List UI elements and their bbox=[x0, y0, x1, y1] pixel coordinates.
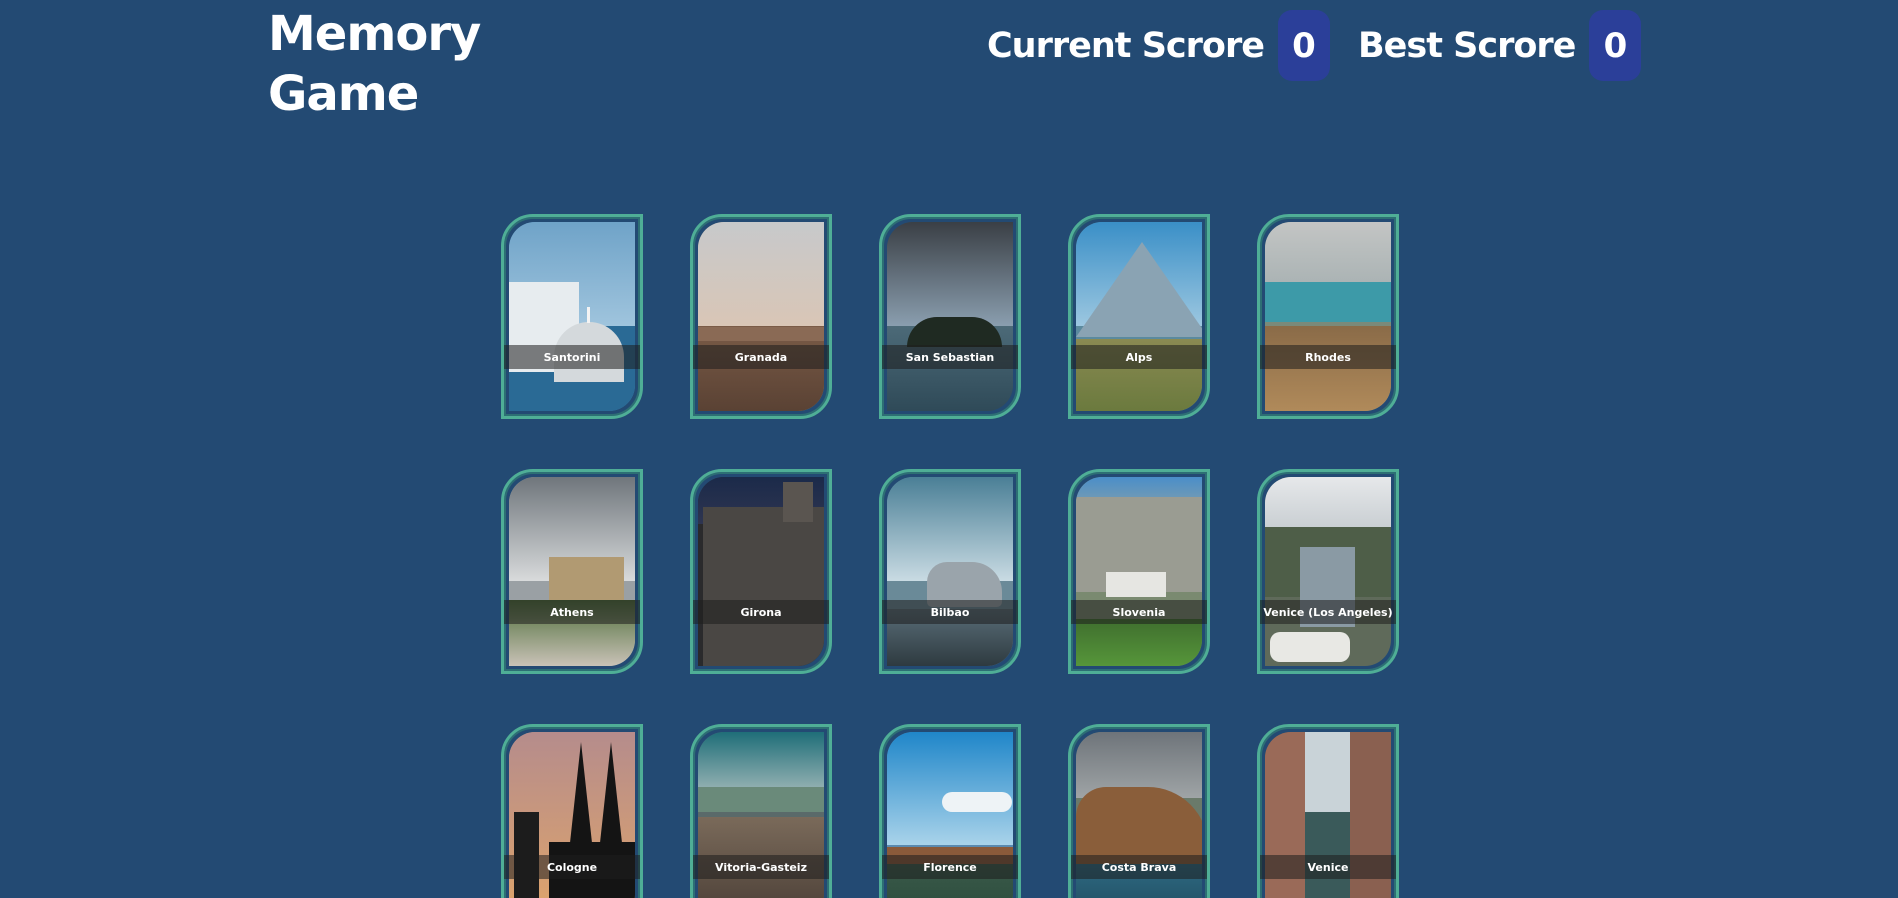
card-image-athens bbox=[509, 477, 635, 666]
card-grid: Santorini Granada San Sebastian Alps Rho… bbox=[501, 214, 1399, 898]
card-venice[interactable]: Venice bbox=[1257, 724, 1399, 898]
card-label: Granada bbox=[693, 345, 829, 369]
card-label: Bilbao bbox=[882, 600, 1018, 624]
card-image-venice-los-angeles bbox=[1265, 477, 1391, 666]
card-image-santorini bbox=[509, 222, 635, 411]
card-slovenia[interactable]: Slovenia bbox=[1068, 469, 1210, 674]
card-santorini[interactable]: Santorini bbox=[501, 214, 643, 419]
best-score: Best Scrore 0 bbox=[1358, 10, 1642, 81]
card-label: Girona bbox=[693, 600, 829, 624]
card-athens[interactable]: Athens bbox=[501, 469, 643, 674]
card-label: Florence bbox=[882, 855, 1018, 879]
current-score: Current Scrore 0 bbox=[987, 10, 1330, 81]
card-label: Santorini bbox=[504, 345, 640, 369]
card-label: San Sebastian bbox=[882, 345, 1018, 369]
card-venice-los-angeles[interactable]: Venice (Los Angeles) bbox=[1257, 469, 1399, 674]
card-image-bilbao bbox=[887, 477, 1013, 666]
card-label: Venice bbox=[1260, 855, 1396, 879]
card-image-san-sebastian bbox=[887, 222, 1013, 411]
card-label: Venice (Los Angeles) bbox=[1260, 600, 1396, 624]
card-san-sebastian[interactable]: San Sebastian bbox=[879, 214, 1021, 419]
card-image-girona bbox=[698, 477, 824, 666]
current-score-label: Current Scrore bbox=[987, 25, 1265, 66]
card-cologne[interactable]: Cologne bbox=[501, 724, 643, 898]
card-label: Vitoria-Gasteiz bbox=[693, 855, 829, 879]
page-title: Memory Game bbox=[268, 6, 481, 122]
card-granada[interactable]: Granada bbox=[690, 214, 832, 419]
best-score-value: 0 bbox=[1589, 10, 1642, 81]
card-label: Cologne bbox=[504, 855, 640, 879]
card-florence[interactable]: Florence bbox=[879, 724, 1021, 898]
memory-game-page: Memory Game Current Scrore 0 Best Scrore… bbox=[0, 0, 1898, 898]
card-image-alps bbox=[1076, 222, 1202, 411]
card-vitoria-gasteiz[interactable]: Vitoria-Gasteiz bbox=[690, 724, 832, 898]
card-label: Slovenia bbox=[1071, 600, 1207, 624]
card-costa-brava[interactable]: Costa Brava bbox=[1068, 724, 1210, 898]
best-score-label: Best Scrore bbox=[1358, 25, 1576, 66]
card-girona[interactable]: Girona bbox=[690, 469, 832, 674]
card-label: Athens bbox=[504, 600, 640, 624]
card-bilbao[interactable]: Bilbao bbox=[879, 469, 1021, 674]
card-image-slovenia bbox=[1076, 477, 1202, 666]
card-label: Rhodes bbox=[1260, 345, 1396, 369]
card-rhodes[interactable]: Rhodes bbox=[1257, 214, 1399, 419]
card-image-rhodes bbox=[1265, 222, 1391, 411]
card-label: Alps bbox=[1071, 345, 1207, 369]
card-alps[interactable]: Alps bbox=[1068, 214, 1210, 419]
current-score-value: 0 bbox=[1277, 10, 1330, 81]
card-label: Costa Brava bbox=[1071, 855, 1207, 879]
card-image-granada bbox=[698, 222, 824, 411]
